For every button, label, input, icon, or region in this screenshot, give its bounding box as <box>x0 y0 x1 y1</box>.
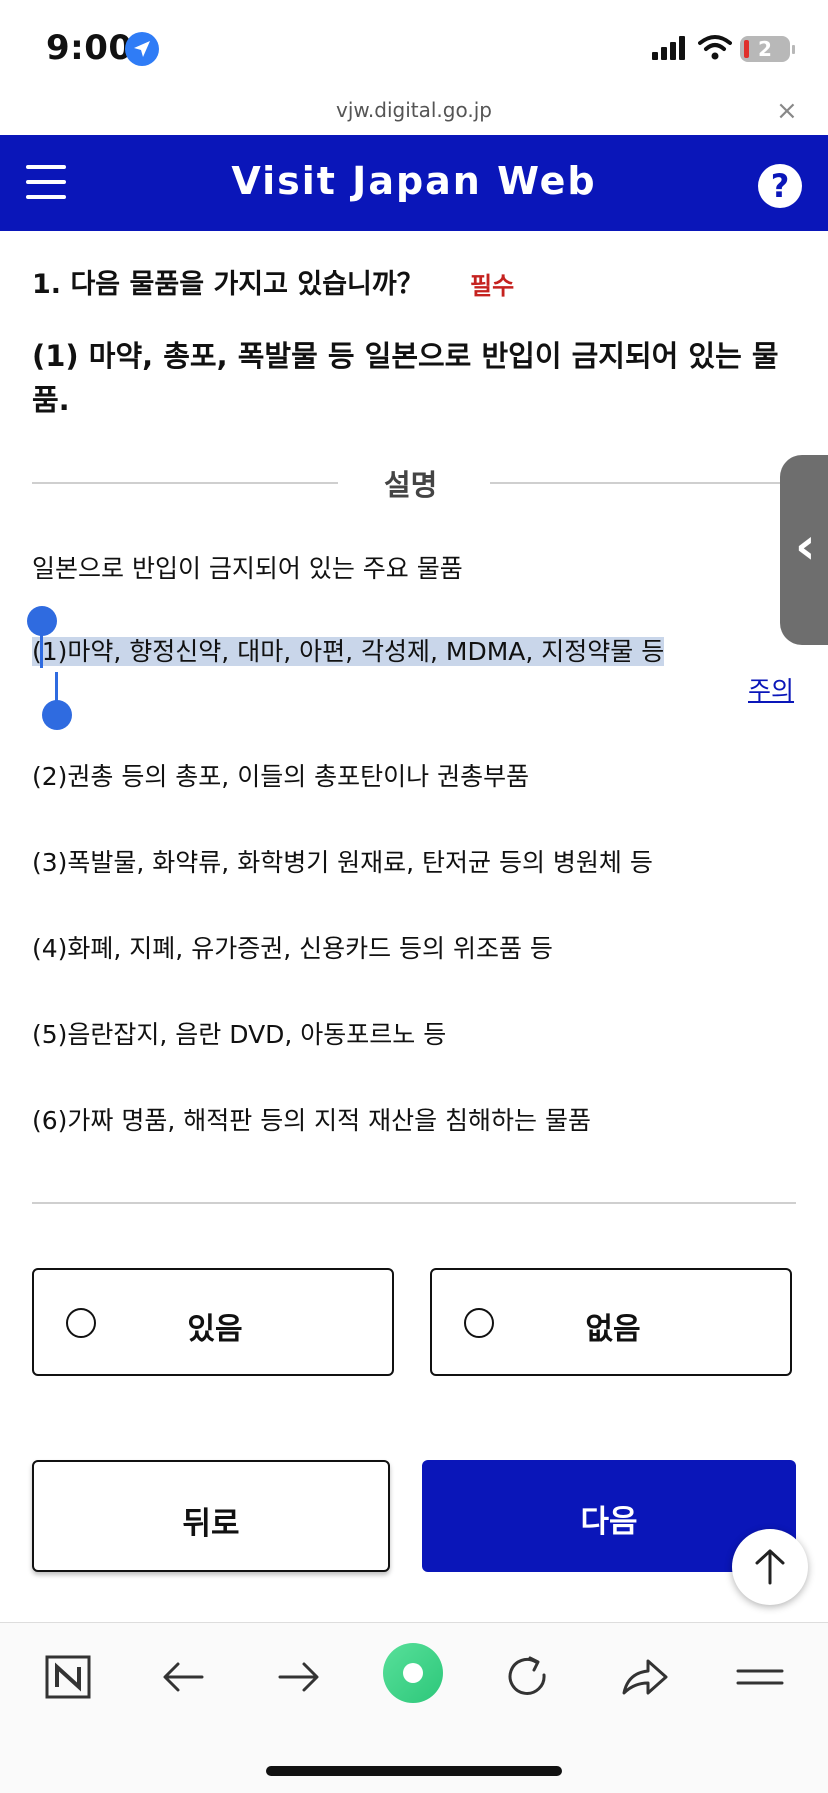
app-header: Visit Japan Web <box>0 135 828 231</box>
url-bar[interactable]: vjw.digital.go.jp × <box>0 96 828 134</box>
home-indicator <box>266 1766 562 1776</box>
note-link[interactable]: 주의 <box>748 671 794 707</box>
option-no-label: 없음 <box>585 1312 641 1347</box>
selection-handle-end[interactable] <box>42 700 72 730</box>
arrow-up-icon <box>755 1549 785 1585</box>
divider <box>32 1202 796 1204</box>
divider <box>490 482 790 484</box>
list-item: (5)음란잡지, 음란 DVD, 아동포르노 등 <box>32 1020 447 1049</box>
location-icon <box>125 32 159 66</box>
signal-icon <box>652 36 688 64</box>
close-icon[interactable]: × <box>776 96 798 126</box>
scroll-to-top-button[interactable] <box>732 1529 808 1605</box>
back-button[interactable]: 뒤로 <box>32 1460 390 1572</box>
back-button-label: 뒤로 <box>182 1506 240 1542</box>
divider <box>32 482 338 484</box>
selected-text: (1)마약, 향정신약, 대마, 아편, 각성제, MDMA, 지정약물 등 <box>32 637 665 666</box>
chevron-left-icon: ‹ <box>795 517 816 575</box>
option-no[interactable]: 없음 <box>430 1268 792 1376</box>
explanation-intro: 일본으로 반입이 금지되어 있는 주요 물품 <box>32 554 463 583</box>
url-text[interactable]: vjw.digital.go.jp <box>0 98 828 122</box>
explanation-heading: 설명 <box>384 468 438 502</box>
share-icon[interactable] <box>616 1649 672 1705</box>
option-yes-label: 있음 <box>187 1312 243 1347</box>
question-subtitle: (1) 마약, 총포, 폭발물 등 일본으로 반입이 금지되어 있는 물품. <box>32 339 779 417</box>
battery-icon: 2 <box>740 36 795 62</box>
green-dot-icon[interactable] <box>382 1642 444 1704</box>
refresh-icon[interactable] <box>500 1649 556 1705</box>
status-time: 9:00 <box>46 28 133 68</box>
list-item: (1)마약, 향정신약, 대마, 아편, 각성제, MDMA, 지정약물 등 <box>32 632 682 672</box>
list-item: (3)폭발물, 화약류, 화학병기 원재료, 탄저균 등의 병원체 등 <box>32 848 653 877</box>
list-item: (2)권총 등의 총포, 이들의 총포탄이나 권총부품 <box>32 762 530 791</box>
selection-caret-end <box>55 672 58 702</box>
next-button-label: 다음 <box>580 1504 638 1540</box>
back-arrow-icon[interactable] <box>156 1649 212 1705</box>
list-item: (6)가짜 명품, 해적판 등의 지적 재산을 침해하는 물품 <box>32 1106 591 1135</box>
required-badge: 필수 <box>470 272 515 300</box>
list-item: (4)화폐, 지폐, 유가증권, 신용카드 등의 위조품 등 <box>32 934 553 963</box>
forward-arrow-icon[interactable] <box>270 1649 326 1705</box>
status-bar: 9:00 2 <box>0 0 828 96</box>
option-yes[interactable]: 있음 <box>32 1268 394 1376</box>
menu-icon[interactable] <box>732 1649 788 1705</box>
question-title: 1. 다음 물품을 가지고 있습니까？ <box>32 269 424 300</box>
side-panel-tab[interactable]: ‹ <box>780 455 828 645</box>
naver-icon[interactable] <box>40 1649 96 1705</box>
app-title: Visit Japan Web <box>231 159 597 203</box>
battery-level: 2 <box>758 37 772 61</box>
selection-caret-start <box>40 632 43 668</box>
wifi-icon <box>698 34 732 64</box>
help-icon[interactable]: ? <box>758 164 802 208</box>
